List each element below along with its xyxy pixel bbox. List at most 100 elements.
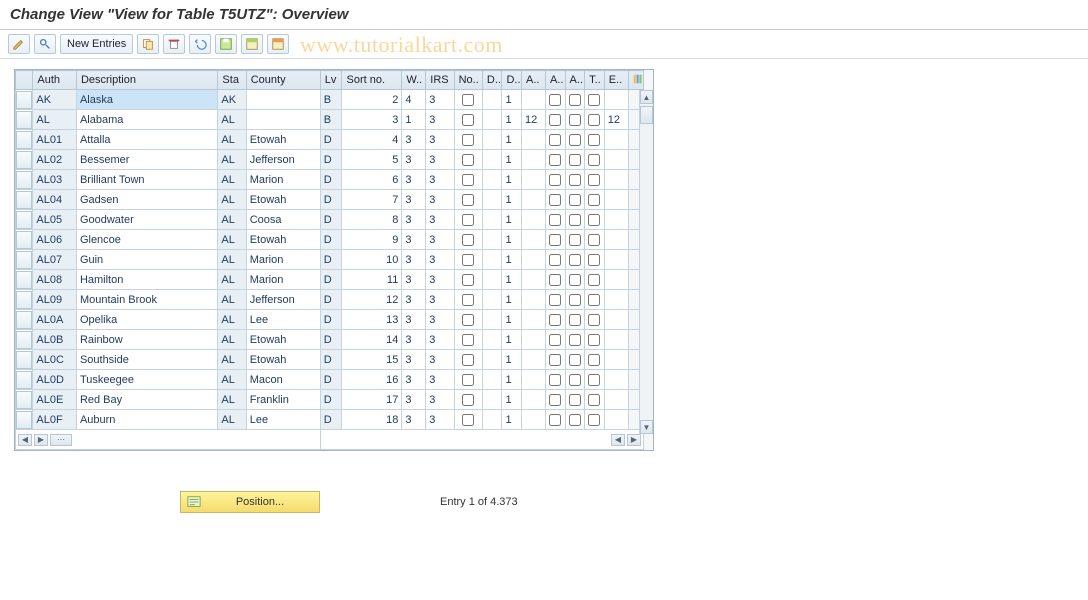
cell-checkbox[interactable] bbox=[549, 254, 561, 266]
cell-input[interactable] bbox=[502, 410, 521, 429]
cell-input[interactable] bbox=[426, 150, 453, 169]
cell-input[interactable] bbox=[426, 90, 453, 109]
cell-checkbox[interactable] bbox=[569, 274, 581, 286]
cell-checkbox[interactable] bbox=[569, 94, 581, 106]
undo-icon[interactable] bbox=[189, 34, 211, 54]
cell-input[interactable] bbox=[502, 210, 521, 229]
cell-input[interactable] bbox=[342, 350, 401, 369]
col-d1[interactable]: D.. bbox=[482, 71, 502, 90]
cell-input[interactable] bbox=[502, 190, 521, 209]
cell-input[interactable] bbox=[247, 130, 320, 149]
cell-checkbox[interactable] bbox=[549, 234, 561, 246]
cell-checkbox[interactable] bbox=[549, 134, 561, 146]
cell-checkbox[interactable] bbox=[588, 414, 600, 426]
cell-input[interactable] bbox=[426, 350, 453, 369]
cell-checkbox[interactable] bbox=[462, 254, 474, 266]
cell-input[interactable] bbox=[342, 370, 401, 389]
cell-input[interactable] bbox=[426, 290, 453, 309]
cell-checkbox[interactable] bbox=[549, 114, 561, 126]
cell-input[interactable] bbox=[402, 190, 425, 209]
cell-input[interactable] bbox=[77, 250, 217, 269]
cell-input[interactable] bbox=[502, 170, 521, 189]
cell-input[interactable] bbox=[247, 190, 320, 209]
cell-input[interactable] bbox=[77, 350, 217, 369]
new-entries-button[interactable]: New Entries bbox=[60, 34, 133, 54]
cell-checkbox[interactable] bbox=[569, 154, 581, 166]
col-county[interactable]: County bbox=[246, 71, 320, 90]
cell-input[interactable] bbox=[483, 370, 502, 389]
cell-input[interactable] bbox=[522, 230, 545, 249]
scroll-thumb-h[interactable]: ⋯ bbox=[50, 434, 72, 446]
deselect-all-icon[interactable] bbox=[267, 34, 289, 54]
cell-input[interactable] bbox=[483, 190, 502, 209]
cell-input[interactable] bbox=[605, 190, 628, 209]
cell-input[interactable] bbox=[342, 210, 401, 229]
cell-input[interactable] bbox=[342, 190, 401, 209]
col-d2[interactable]: D.. bbox=[502, 71, 522, 90]
cell-checkbox[interactable] bbox=[588, 134, 600, 146]
cell-input[interactable] bbox=[342, 410, 401, 429]
config-columns-icon[interactable] bbox=[628, 71, 643, 90]
scroll-left-icon[interactable]: ◀ bbox=[611, 434, 625, 446]
cell-checkbox[interactable] bbox=[462, 234, 474, 246]
cell-input[interactable] bbox=[342, 390, 401, 409]
cell-checkbox[interactable] bbox=[569, 174, 581, 186]
scroll-down-icon[interactable]: ▼ bbox=[640, 420, 653, 434]
cell-input[interactable] bbox=[483, 250, 502, 269]
cell-input[interactable] bbox=[402, 410, 425, 429]
cell-input[interactable] bbox=[77, 370, 217, 389]
cell-checkbox[interactable] bbox=[462, 414, 474, 426]
cell-input[interactable] bbox=[522, 410, 545, 429]
save-icon[interactable] bbox=[215, 34, 237, 54]
row-selector[interactable] bbox=[16, 271, 32, 289]
row-selector[interactable] bbox=[16, 251, 32, 269]
cell-input[interactable] bbox=[522, 130, 545, 149]
cell-input[interactable] bbox=[402, 390, 425, 409]
cell-checkbox[interactable] bbox=[588, 274, 600, 286]
cell-input[interactable] bbox=[502, 330, 521, 349]
cell-checkbox[interactable] bbox=[569, 114, 581, 126]
cell-checkbox[interactable] bbox=[588, 394, 600, 406]
col-a3[interactable]: A.. bbox=[565, 71, 585, 90]
cell-checkbox[interactable] bbox=[549, 194, 561, 206]
vertical-scrollbar[interactable]: ▲ ▼ bbox=[639, 90, 653, 434]
cell-checkbox[interactable] bbox=[569, 254, 581, 266]
cell-input[interactable] bbox=[402, 370, 425, 389]
cell-input[interactable] bbox=[247, 90, 320, 109]
cell-input[interactable] bbox=[342, 290, 401, 309]
cell-input[interactable] bbox=[342, 170, 401, 189]
cell-input[interactable] bbox=[605, 210, 628, 229]
cell-input[interactable] bbox=[247, 150, 320, 169]
cell-input[interactable] bbox=[77, 270, 217, 289]
cell-input[interactable] bbox=[605, 270, 628, 289]
cell-input[interactable] bbox=[426, 330, 453, 349]
cell-input[interactable] bbox=[426, 130, 453, 149]
cell-input[interactable] bbox=[342, 130, 401, 149]
cell-checkbox[interactable] bbox=[549, 334, 561, 346]
cell-input[interactable] bbox=[77, 130, 217, 149]
cell-checkbox[interactable] bbox=[549, 414, 561, 426]
cell-input[interactable] bbox=[247, 250, 320, 269]
cell-checkbox[interactable] bbox=[549, 154, 561, 166]
col-no[interactable]: No.. bbox=[454, 71, 482, 90]
cell-input[interactable] bbox=[522, 110, 545, 129]
cell-checkbox[interactable] bbox=[569, 214, 581, 226]
cell-checkbox[interactable] bbox=[569, 354, 581, 366]
cell-input[interactable] bbox=[605, 410, 628, 429]
cell-input[interactable] bbox=[402, 150, 425, 169]
cell-input[interactable] bbox=[522, 390, 545, 409]
cell-input[interactable] bbox=[342, 330, 401, 349]
cell-input[interactable] bbox=[402, 230, 425, 249]
row-selector[interactable] bbox=[16, 371, 32, 389]
cell-input[interactable] bbox=[605, 150, 628, 169]
cell-input[interactable] bbox=[77, 150, 217, 169]
cell-input[interactable] bbox=[605, 370, 628, 389]
cell-input[interactable] bbox=[402, 250, 425, 269]
cell-checkbox[interactable] bbox=[588, 234, 600, 246]
cell-input[interactable] bbox=[605, 310, 628, 329]
cell-input[interactable] bbox=[77, 330, 217, 349]
col-irs[interactable]: IRS bbox=[426, 71, 454, 90]
cell-input[interactable] bbox=[605, 250, 628, 269]
cell-input[interactable] bbox=[426, 370, 453, 389]
cell-input[interactable] bbox=[77, 90, 217, 109]
